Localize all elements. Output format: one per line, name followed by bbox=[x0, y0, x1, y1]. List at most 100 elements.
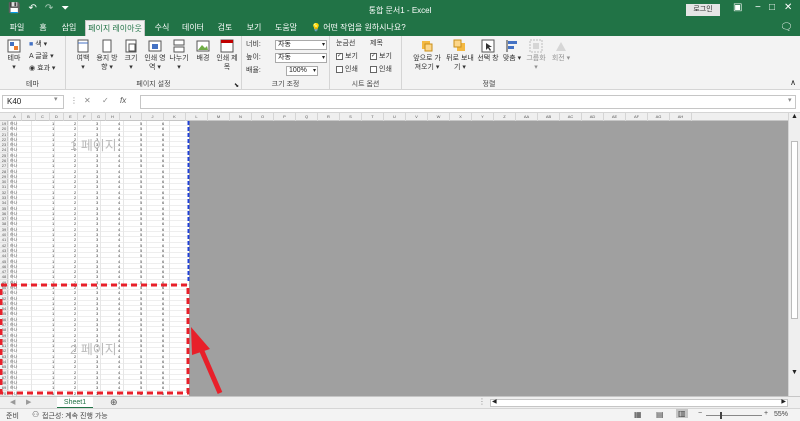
zoom-slider[interactable] bbox=[706, 415, 762, 416]
orientation-icon bbox=[102, 39, 112, 53]
ribbon-tabs: 파일 홈 삽입 페이지 레이아웃 수식 데이터 검토 보기 도움말 💡 어떤 작… bbox=[0, 20, 800, 36]
align-button[interactable]: 맞춤 ▾ bbox=[502, 39, 522, 63]
zoom-level[interactable]: 55% bbox=[774, 411, 788, 418]
orientation-button[interactable]: 용지 방향 ▾ bbox=[96, 39, 118, 72]
accessibility-status[interactable]: 접근성: 계속 진행 가능 bbox=[42, 411, 108, 421]
themes-button[interactable]: 테마 ▾ bbox=[3, 39, 25, 72]
tab-review[interactable]: 검토 bbox=[212, 20, 238, 36]
send-backward-button[interactable]: 뒤로 보내기 ▾ bbox=[446, 39, 474, 72]
confirm-entry-icon[interactable]: ✓ bbox=[102, 96, 109, 105]
colors-label: 색 bbox=[35, 41, 42, 48]
arrow-line bbox=[198, 348, 223, 394]
scroll-up-icon[interactable]: ▲ bbox=[791, 113, 798, 120]
scale-group-label: 크기 조정 bbox=[271, 81, 300, 88]
cancel-entry-icon[interactable]: ✕ bbox=[84, 96, 91, 105]
group-icon bbox=[529, 39, 543, 53]
zoom-slider-thumb[interactable] bbox=[720, 412, 722, 419]
sheet-tab-bar: ◀ ▶ Sheet1 ⊕ ⋮ ◀ ▶ bbox=[0, 396, 800, 409]
arrange-group-label: 정렬 bbox=[482, 81, 496, 88]
selection-pane-icon bbox=[481, 39, 495, 53]
headings-print-checkbox[interactable]: 인쇄 bbox=[370, 65, 392, 75]
tab-insert[interactable]: 삽입 bbox=[56, 20, 82, 36]
page-layout-view-icon[interactable]: ▤ bbox=[656, 410, 664, 419]
formula-bar: K40 ▾ ⋮ ✕ ✓ fx ▾ bbox=[0, 91, 800, 113]
height-label: 높이: bbox=[246, 54, 261, 61]
width-select[interactable]: 자동 bbox=[275, 40, 327, 50]
print-titles-label: 인쇄 제목 bbox=[216, 55, 238, 71]
background-label: 배경 bbox=[196, 55, 210, 62]
margins-button[interactable]: 여백 ▾ bbox=[72, 39, 94, 72]
highlight-box bbox=[0, 283, 190, 395]
minimize-icon[interactable]: − bbox=[755, 2, 761, 13]
gridlines-view-checkbox[interactable]: ✓ 보기 bbox=[336, 52, 358, 62]
formula-input[interactable] bbox=[140, 95, 796, 109]
bring-forward-icon bbox=[422, 41, 433, 52]
tab-split-icon[interactable]: ⋮ bbox=[478, 397, 486, 406]
status-bar: 준비 ⚇ 접근성: 계속 진행 가능 ▦ ▤ ▥ − + 55% bbox=[0, 408, 800, 421]
collapse-ribbon-icon[interactable]: ∧ bbox=[790, 78, 796, 87]
normal-view-icon[interactable]: ▦ bbox=[634, 410, 642, 419]
scroll-right-icon[interactable]: ▶ bbox=[781, 398, 786, 405]
comment-icon[interactable]: 🗨 bbox=[780, 22, 793, 33]
rotate-button[interactable]: 회전 ▾ bbox=[550, 39, 572, 63]
insert-function-icon[interactable]: fx bbox=[120, 96, 126, 105]
height-select[interactable]: 자동 bbox=[275, 53, 327, 63]
theme-group: 테마 ▾ ■ 색 ▾ A 글꼴 ▾ ◉ 효과 ▾ 테마 bbox=[0, 36, 66, 90]
tab-page-layout[interactable]: 페이지 레이아웃 bbox=[85, 20, 145, 36]
zoom-out-icon[interactable]: − bbox=[698, 410, 702, 417]
print-area-button[interactable]: 인쇄 영역 ▾ bbox=[144, 39, 166, 72]
tell-me-box[interactable]: 💡 어떤 작업을 원하시나요? bbox=[311, 20, 406, 36]
bring-forward-button[interactable]: 앞으로 가져오기 ▾ bbox=[410, 39, 444, 72]
prev-sheet-icon[interactable]: ◀ bbox=[10, 398, 15, 406]
background-button[interactable]: 배경 bbox=[192, 39, 214, 63]
add-sheet-icon[interactable]: ⊕ bbox=[110, 397, 118, 408]
horizontal-scrollbar[interactable]: ◀ ▶ bbox=[490, 399, 788, 407]
effects-button[interactable]: ◉ 효과 ▾ bbox=[29, 64, 55, 74]
close-icon[interactable]: ✕ bbox=[784, 2, 792, 13]
expand-formula-icon[interactable]: ▾ bbox=[788, 96, 792, 104]
scroll-down-icon[interactable]: ▼ bbox=[791, 369, 798, 376]
breaks-icon bbox=[173, 39, 185, 53]
scale-input[interactable]: 100% bbox=[286, 66, 318, 76]
size-icon bbox=[125, 39, 137, 53]
rotate-label: 회전 bbox=[551, 55, 565, 62]
breaks-button[interactable]: 나누기 ▾ bbox=[168, 39, 190, 72]
tab-help[interactable]: 도움말 bbox=[270, 20, 302, 36]
maximize-icon[interactable]: □ bbox=[769, 2, 775, 13]
page-setup-group-label: 페이지 설정 bbox=[136, 81, 171, 88]
ribbon-display-icon[interactable]: ▣ bbox=[733, 2, 742, 13]
effects-icon: ◉ bbox=[29, 65, 36, 72]
tab-file[interactable]: 파일 bbox=[4, 20, 30, 36]
login-button[interactable]: 로그인 bbox=[686, 4, 720, 16]
tell-me-text: 어떤 작업을 원하시나요? bbox=[323, 23, 406, 32]
gridlines-print-label: 인쇄 bbox=[345, 66, 358, 73]
next-sheet-icon[interactable]: ▶ bbox=[26, 398, 31, 406]
scroll-thumb[interactable] bbox=[791, 141, 798, 319]
scroll-left-icon[interactable]: ◀ bbox=[492, 398, 497, 405]
sheet-options-group: 눈금선 제목 ✓ 보기 ✓ 보기 인쇄 인쇄 시트 옵션 bbox=[330, 36, 402, 90]
gridlines-view-label: 보기 bbox=[345, 53, 358, 60]
tab-home[interactable]: 홈 bbox=[32, 20, 54, 36]
margins-icon bbox=[77, 39, 89, 53]
zoom-in-icon[interactable]: + bbox=[764, 410, 768, 417]
align-label: 맞춤 bbox=[502, 55, 516, 62]
print-area-label: 인쇄 영역 bbox=[144, 55, 166, 71]
tab-formulas[interactable]: 수식 bbox=[149, 20, 175, 36]
fonts-button[interactable]: A 글꼴 ▾ bbox=[29, 52, 54, 62]
headings-header: 제목 bbox=[370, 40, 383, 47]
group-button[interactable]: 그룹화 ▾ bbox=[524, 39, 548, 72]
size-button[interactable]: 크기 ▾ bbox=[120, 39, 142, 72]
dialog-launcher-icon[interactable]: ⬊ bbox=[234, 82, 239, 89]
vertical-scrollbar[interactable]: ▲ ▼ bbox=[788, 113, 800, 396]
print-titles-button[interactable]: 인쇄 제목 bbox=[216, 39, 238, 72]
name-box-dropdown-icon[interactable]: ▾ bbox=[54, 95, 58, 103]
more-icon: ⋮ bbox=[70, 96, 78, 105]
tab-data[interactable]: 데이터 bbox=[178, 20, 208, 36]
tab-view[interactable]: 보기 bbox=[241, 20, 267, 36]
headings-view-checkbox[interactable]: ✓ 보기 bbox=[370, 52, 392, 62]
page-break-view-icon[interactable]: ▥ bbox=[676, 409, 688, 418]
gridlines-header: 눈금선 bbox=[336, 40, 356, 47]
gridlines-print-checkbox[interactable]: 인쇄 bbox=[336, 65, 358, 75]
colors-button[interactable]: ■ 색 ▾ bbox=[29, 40, 47, 50]
selection-pane-button[interactable]: 선택 창 bbox=[476, 39, 500, 63]
